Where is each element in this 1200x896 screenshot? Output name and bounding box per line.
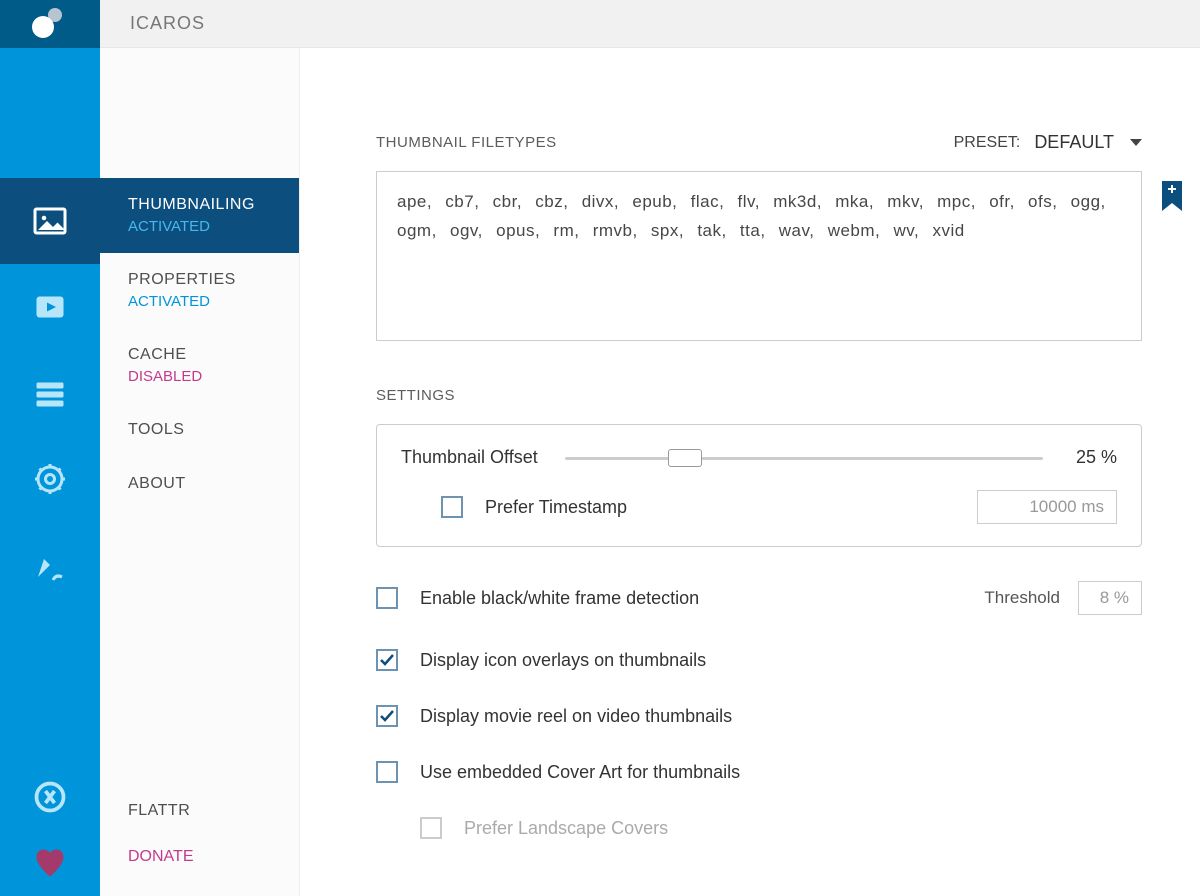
setting-label: Enable black/white frame detection	[420, 588, 699, 609]
menu-item-thumbnailing[interactable]: THUMBNAILING ACTIVATED	[100, 178, 299, 253]
menu-sidebar: THUMBNAILING ACTIVATED PROPERTIES ACTIVA…	[100, 48, 300, 896]
menu-item-flattr[interactable]: FLATTR	[100, 788, 299, 834]
settings-heading: SETTINGS	[376, 387, 1142, 404]
menu-item-about[interactable]: ABOUT	[100, 457, 299, 511]
titlebar: ICAROS	[0, 0, 1200, 48]
nav-icon-properties[interactable]	[0, 264, 100, 350]
menu-title: PROPERTIES	[128, 271, 271, 289]
setting-label: Display icon overlays on thumbnails	[420, 650, 706, 671]
setting-label: Prefer Landscape Covers	[464, 818, 668, 839]
app-logo	[0, 0, 100, 48]
icon-sidebar	[0, 48, 100, 896]
nav-icon-flattr[interactable]	[0, 764, 100, 830]
menu-status: DISABLED	[128, 368, 271, 385]
offset-slider[interactable]	[565, 454, 1043, 462]
offset-value: 25 %	[1067, 447, 1117, 468]
setting-checkbox[interactable]	[376, 587, 398, 609]
timestamp-input[interactable]	[977, 490, 1117, 524]
threshold-input[interactable]	[1078, 581, 1142, 615]
pen-icon	[32, 547, 68, 583]
app-title: ICAROS	[130, 13, 205, 34]
offset-panel: Thumbnail Offset 25 % Prefer Timestamp	[376, 424, 1142, 547]
setting-checkbox	[420, 817, 442, 839]
flattr-icon	[32, 779, 68, 815]
setting-checkbox[interactable]	[376, 649, 398, 671]
gear-icon	[32, 461, 68, 497]
setting-checkbox[interactable]	[376, 761, 398, 783]
menu-item-cache[interactable]: CACHE DISABLED	[100, 328, 299, 403]
menu-title: FLATTR	[128, 802, 271, 820]
menu-status: ACTIVATED	[128, 218, 271, 235]
preset-label: PRESET:	[954, 134, 1021, 152]
menu-title: ABOUT	[128, 475, 271, 493]
preset-select[interactable]: DEFAULT	[1034, 132, 1142, 153]
setting-row: Display icon overlays on thumbnails	[376, 649, 1142, 671]
heart-icon	[32, 845, 68, 881]
setting-row: Use embedded Cover Art for thumbnails	[376, 761, 1142, 783]
nav-icon-about[interactable]	[0, 522, 100, 608]
offset-label: Thumbnail Offset	[401, 447, 541, 468]
setting-label: Use embedded Cover Art for thumbnails	[420, 762, 740, 783]
filetypes-heading: THUMBNAIL FILETYPES	[376, 134, 557, 151]
setting-row: Enable black/white frame detection Thresh…	[376, 581, 1142, 615]
menu-item-properties[interactable]: PROPERTIES ACTIVATED	[100, 253, 299, 328]
setting-checkbox[interactable]	[376, 705, 398, 727]
stack-icon	[32, 375, 68, 411]
threshold-group: Threshold	[984, 581, 1142, 615]
setting-row: Display movie reel on video thumbnails	[376, 705, 1142, 727]
setting-label: Display movie reel on video thumbnails	[420, 706, 732, 727]
menu-title: THUMBNAILING	[128, 196, 271, 214]
nav-icon-thumbnailing[interactable]	[0, 178, 100, 264]
nav-icon-donate[interactable]	[0, 830, 100, 896]
chevron-down-icon	[1130, 139, 1142, 146]
image-icon	[32, 203, 68, 239]
nav-icon-cache[interactable]	[0, 350, 100, 436]
main-content: THUMBNAIL FILETYPES PRESET: DEFAULT ape,…	[300, 48, 1200, 896]
menu-title: TOOLS	[128, 421, 271, 439]
setting-row: Prefer Landscape Covers	[420, 817, 1142, 839]
nav-icon-tools[interactable]	[0, 436, 100, 522]
preset-value: DEFAULT	[1034, 132, 1114, 153]
prefer-timestamp-checkbox[interactable]	[441, 496, 463, 518]
bookmark-add-icon[interactable]	[1160, 181, 1184, 218]
menu-status: ACTIVATED	[128, 293, 271, 310]
menu-item-donate[interactable]: DONATE	[100, 834, 299, 880]
play-icon	[32, 289, 68, 325]
filetypes-input[interactable]: ape, cb7, cbr, cbz, divx, epub, flac, fl…	[376, 171, 1142, 341]
donate-label: DONATE	[128, 848, 271, 866]
menu-item-tools[interactable]: TOOLS	[100, 403, 299, 457]
menu-title: CACHE	[128, 346, 271, 364]
slider-thumb[interactable]	[668, 449, 702, 467]
prefer-timestamp-label: Prefer Timestamp	[485, 497, 627, 518]
threshold-label: Threshold	[984, 588, 1060, 608]
